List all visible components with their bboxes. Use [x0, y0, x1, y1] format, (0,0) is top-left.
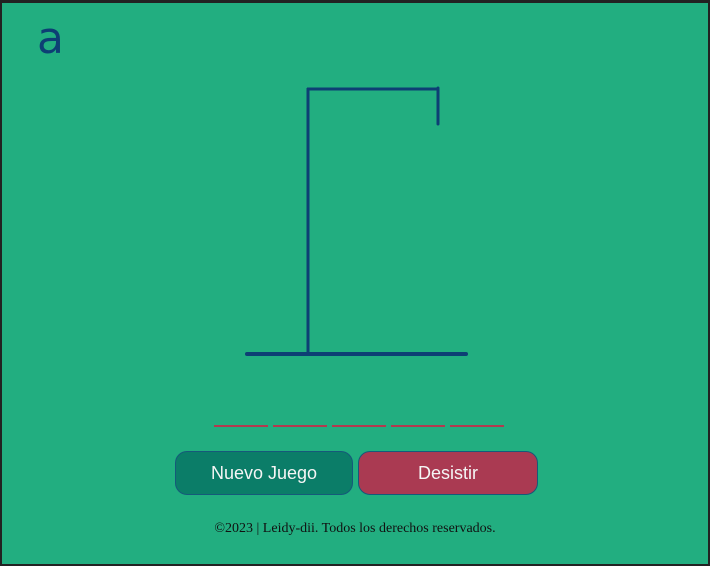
footer-copyright: ©2023 | Leidy-dii. Todos los derechos re… [214, 521, 496, 536]
letter-slot [391, 425, 445, 427]
letter-slot [273, 425, 327, 427]
letter-slot [450, 425, 504, 427]
give-up-button[interactable]: Desistir [358, 451, 538, 495]
letter-slot [332, 425, 386, 427]
new-game-button[interactable]: Nuevo Juego [175, 451, 353, 495]
letter-slots [214, 425, 504, 427]
page: a Nuevo Juego Desistir ©2023 | Leidy-dii… [2, 3, 708, 564]
gallows-drawing [245, 86, 468, 356]
letter-slot [214, 425, 268, 427]
